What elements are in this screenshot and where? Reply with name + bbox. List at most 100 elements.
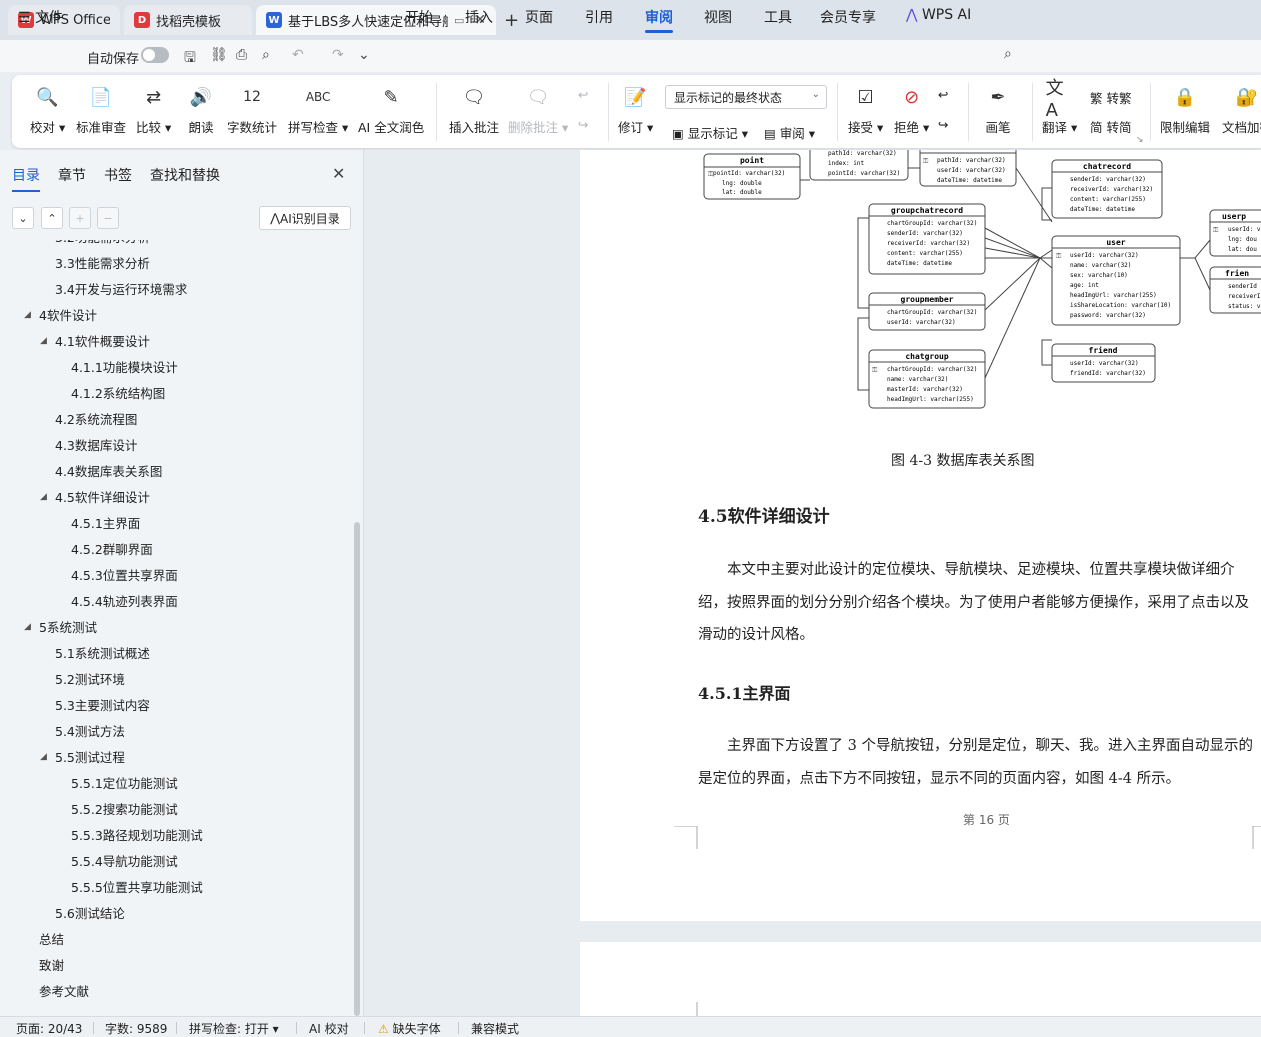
toc-item[interactable]: 4软件设计 [39,306,97,326]
prev-change-icon[interactable]: ↩ [938,87,948,102]
save-icon[interactable]: 🖫 [184,47,196,71]
tab-bookmarks[interactable]: 书签 [104,165,132,185]
toc-item[interactable]: 3.2功能需求分析 [55,240,150,248]
ai-check-status[interactable]: AI 校对 [309,1020,349,1037]
toc-item[interactable]: 5.2测试环境 [55,670,125,690]
menu-review[interactable]: 审阅 [645,7,673,33]
toc-item[interactable]: 总结 [39,930,64,950]
translate-button[interactable]: 文A 翻译 ▾ [1042,78,1077,136]
toc-item[interactable]: 4.3数据库设计 [55,436,137,456]
menu-start[interactable]: 开始 [405,7,433,27]
delete-comment-button[interactable]: 🗨 删除批注 ▾ [508,83,568,136]
redo-icon[interactable]: ↷ [332,47,344,63]
compare-button[interactable]: ⇄ 比较 ▾ [136,83,171,136]
tab-toc[interactable]: 目录 [12,165,40,192]
tab-document[interactable]: W 基于LBS多人快速定位和导航系统 ▭ ✕ [256,5,496,35]
toc-item[interactable]: 4.5.4轨迹列表界面 [71,592,178,612]
prev-comment-icon[interactable]: ↩ [578,87,588,102]
menu-tools[interactable]: 工具 [764,7,792,27]
proofread-button[interactable]: 🔍 校对 ▾ [30,83,65,136]
toc-item[interactable]: 5.5.5位置共享功能测试 [71,878,203,898]
menu-insert[interactable]: 插入 [465,7,493,27]
toc-item[interactable]: 4.2系统流程图 [55,410,137,430]
chevron-down-icon[interactable]: ⌄ [358,47,370,63]
toc-item[interactable]: 4.4数据库表关系图 [55,462,162,482]
toc-item[interactable]: 5.4测试方法 [55,722,125,742]
reject-button[interactable]: ⊘ 拒绝 ▾ [894,83,929,136]
menu-wps-ai[interactable]: ⋀ WPS AI [906,7,971,23]
toc-item[interactable]: 4.5软件详细设计 [55,488,150,508]
markup-mode-select[interactable]: 显示标记的最终状态 ⌄ [665,85,827,109]
insert-comment-button[interactable]: 🗨 插入批注 [449,83,499,136]
expand-caret-icon[interactable]: ◢ [40,336,47,346]
file-menu[interactable]: ☰ 文件 [18,7,63,27]
next-comment-icon[interactable]: ↪ [578,117,588,132]
expand-caret-icon[interactable]: ◢ [24,622,31,632]
toc-item[interactable]: 4.1软件概要设计 [55,332,150,352]
toc-item[interactable]: 3.4开发与运行环境需求 [55,280,187,300]
missing-font-status[interactable]: ⚠ 缺失字体 [378,1020,441,1037]
autosave-toggle[interactable] [141,47,169,63]
undo-icon[interactable]: ↶ [292,47,304,63]
to-traditional-button[interactable]: 繁 转繁 [1090,88,1132,107]
pen-button[interactable]: ✒ 画笔 [984,83,1012,136]
print-preview-icon[interactable]: ⌕ [262,47,270,63]
expand-up-icon[interactable]: ⌃ [41,207,63,229]
toc-scrollbar[interactable] [354,522,360,1016]
tab-chapters[interactable]: 章节 [58,165,86,185]
expand-icon[interactable]: ↘ [1136,135,1144,145]
toc-item[interactable]: 5.5.3路径规划功能测试 [71,826,203,846]
toc-item[interactable]: 4.5.1主界面 [71,514,140,534]
menu-page[interactable]: 页面 [525,7,553,27]
toc-item[interactable]: 5系统测试 [39,618,97,638]
toc-item[interactable]: 5.3主要测试内容 [55,696,150,716]
toc-item[interactable]: 5.5测试过程 [55,748,125,768]
word-count-status[interactable]: 字数: 9589 [105,1020,167,1037]
track-changes-button[interactable]: 📝 修订 ▾ [618,83,653,136]
toc-item[interactable]: 5.6测试结论 [55,904,125,924]
show-markup-button[interactable]: ▣ 显示标记 ▾ [672,123,748,142]
toc-item[interactable]: 5.5.4导航功能测试 [71,852,178,872]
page-indicator[interactable]: 页面: 20/43 [16,1020,82,1037]
toc-item[interactable]: 4.1.1功能模块设计 [71,358,178,378]
toc-item[interactable]: 5.5.2搜索功能测试 [71,800,178,820]
spell-check-status[interactable]: 拼写检查: 打开 ▾ [189,1020,279,1037]
std-review-button[interactable]: 📄 标准审查 [76,83,126,136]
toc-item[interactable]: 致谢 [39,956,64,976]
menu-reference[interactable]: 引用 [585,7,613,27]
word-count-button[interactable]: 12 字数统计 [227,83,277,136]
search-icon[interactable]: ⌕ [1004,46,1012,62]
toc-item[interactable]: 4.5.3位置共享界面 [71,566,178,586]
toc-item[interactable]: 5.1系统测试概述 [55,644,150,664]
menu-member[interactable]: 会员专享 [820,7,876,27]
to-simplified-button[interactable]: 简 转简 [1090,117,1132,136]
next-change-icon[interactable]: ↪ [938,117,948,132]
ai-polish-button[interactable]: ✎ AI 全文润色 [358,83,424,136]
spell-check-button[interactable]: ABC 拼写检查 ▾ [288,83,348,136]
monitor-icon[interactable]: ▭ [454,14,464,27]
toc-item[interactable]: 4.1.2系统结构图 [71,384,165,404]
toc-item[interactable]: 4.5.2群聊界面 [71,540,153,560]
expand-caret-icon[interactable]: ◢ [40,492,47,502]
restrict-edit-button[interactable]: 🔒 限制编辑 [1160,83,1210,136]
ai-toc-button[interactable]: ⋀ AI识别目录 [259,206,351,230]
collapse-all-icon[interactable]: ⌄ [12,207,34,229]
expand-caret-icon[interactable]: ◢ [24,310,31,320]
accept-button[interactable]: ☑ 接受 ▾ [848,83,883,136]
menu-view[interactable]: 视图 [704,7,732,27]
expand-caret-icon[interactable]: ◢ [40,752,47,762]
tab-docer[interactable]: D 找稻壳模板 [124,5,252,35]
doc-encrypt-button[interactable]: 🔐 文档加密 [1222,83,1261,136]
tab-find-replace[interactable]: 查找和替换 [150,165,220,185]
close-panel-icon[interactable]: ✕ [332,164,345,183]
toc-item[interactable]: 参考文献 [39,982,89,1002]
add-heading-icon[interactable]: + [69,207,91,229]
read-aloud-button[interactable]: 🔊 朗读 [187,83,215,136]
remove-heading-icon[interactable]: − [97,207,119,229]
new-tab-icon[interactable]: + [504,10,519,31]
review-pane-button[interactable]: ▤ 审阅 ▾ [764,123,815,142]
print-icon[interactable]: ⎙ [236,47,247,63]
toc-item[interactable]: 3.3性能需求分析 [55,254,150,274]
toc-item[interactable]: 5.5.1定位功能测试 [71,774,178,794]
link-icon[interactable]: ⛓ [210,47,228,63]
